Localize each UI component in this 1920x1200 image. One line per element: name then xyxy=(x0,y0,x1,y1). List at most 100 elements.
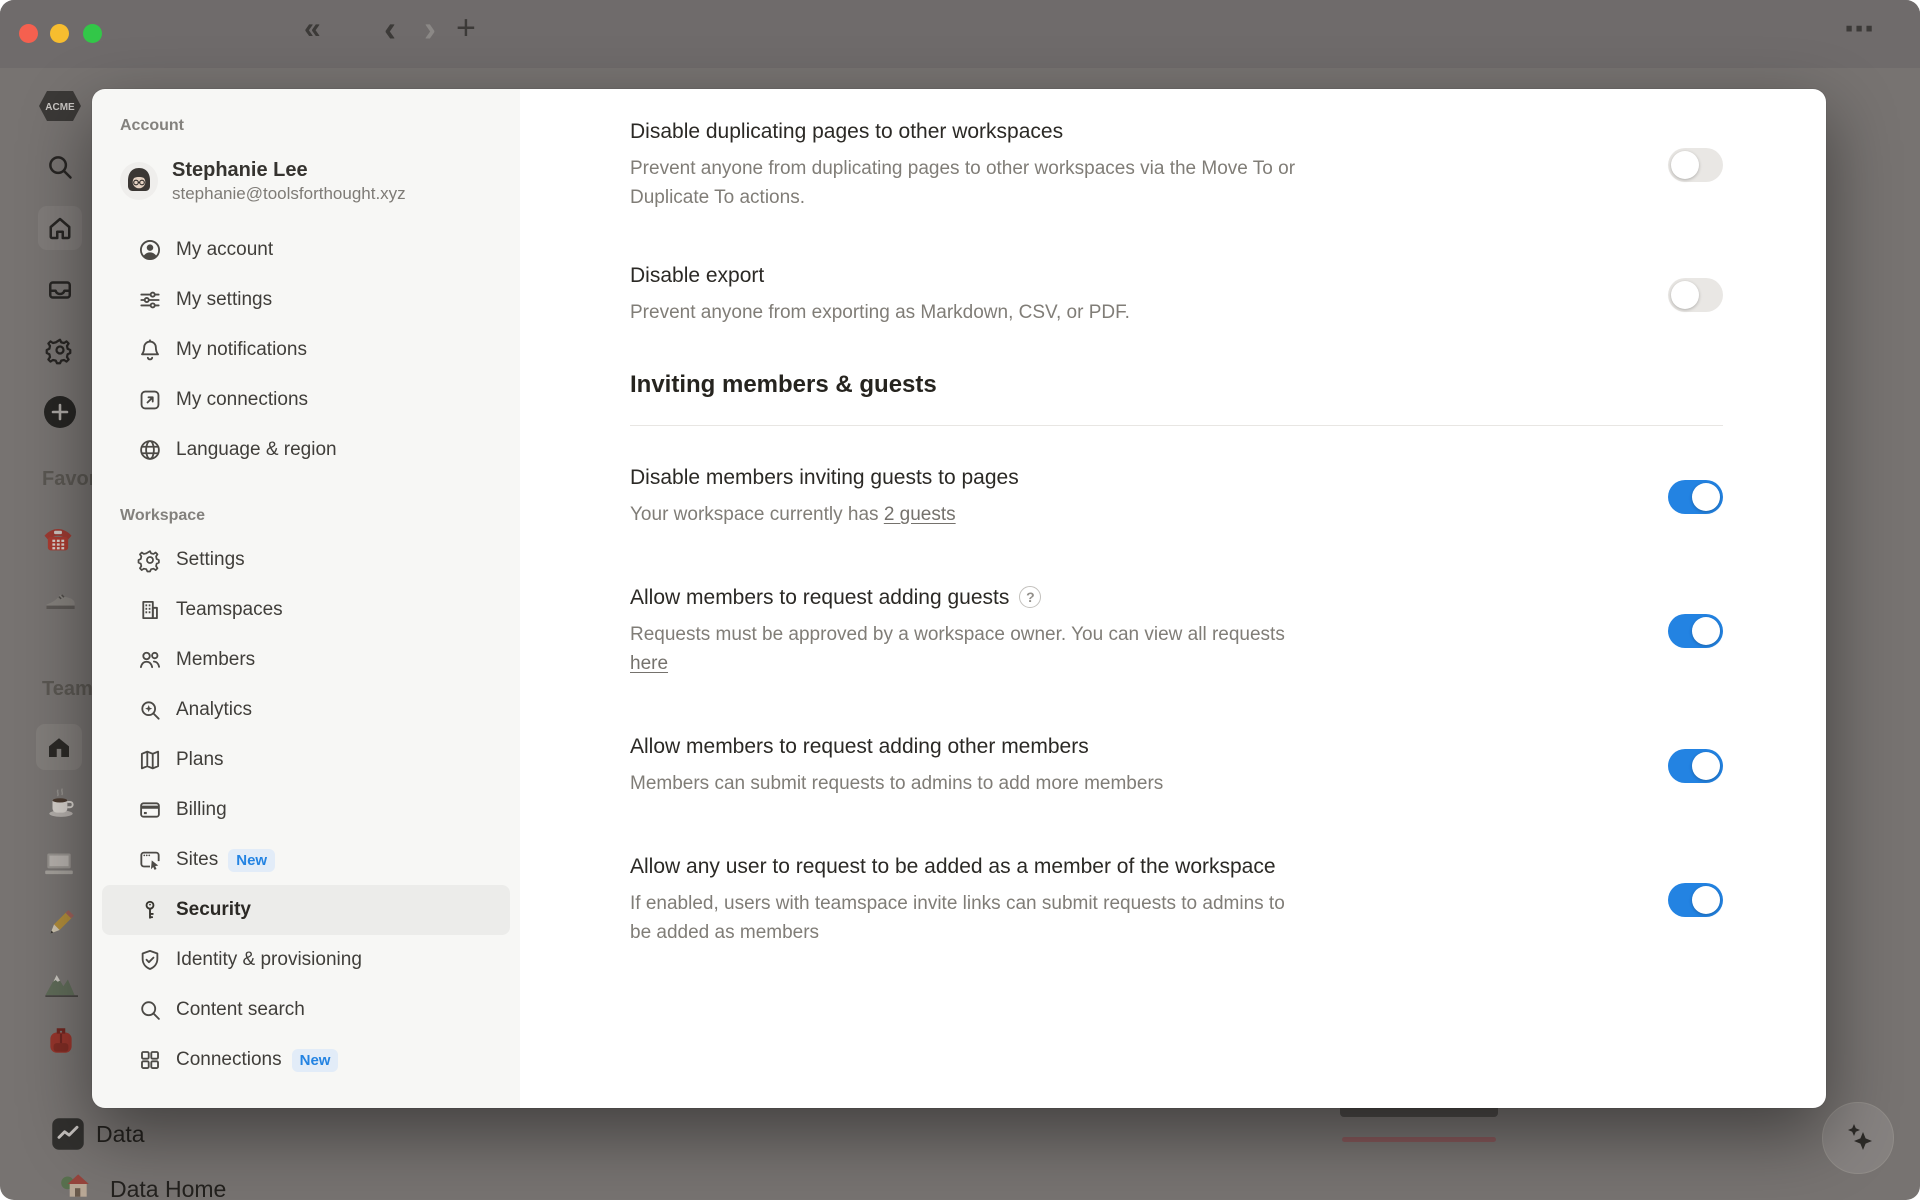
map-icon xyxy=(137,747,163,773)
sidebar-item-language-region[interactable]: Language & region xyxy=(102,425,510,475)
sidebar-item-label: My connections xyxy=(176,389,308,411)
sidebar-item-label: Teamspaces xyxy=(176,599,283,621)
setting-request-adding-guests: Allow members to request adding guests? … xyxy=(630,584,1723,678)
browser-icon xyxy=(137,847,163,873)
sidebar-item-label: Content search xyxy=(176,999,305,1021)
user-email: stephanie@toolsforthought.xyz xyxy=(172,183,406,205)
setting-description: If enabled, users with teamspace invite … xyxy=(630,889,1668,947)
analytics-icon xyxy=(137,697,163,723)
sidebar-item-label: Language & region xyxy=(176,439,337,461)
backpack-emoji-icon[interactable] xyxy=(44,1024,78,1058)
setting-description: Requests must be approved by a workspace… xyxy=(630,620,1668,678)
setting-description: Members can submit requests to admins to… xyxy=(630,769,1668,798)
collapse-sidebar-icon[interactable]: « xyxy=(304,12,321,46)
close-window-button[interactable] xyxy=(19,24,38,43)
pencil-emoji-icon[interactable] xyxy=(42,906,78,942)
toggle-knob xyxy=(1671,151,1699,179)
titlebar: « ‹ › + ⋯ xyxy=(0,0,1920,68)
sidebar-item-analytics[interactable]: Analytics xyxy=(102,685,510,735)
sidebar-item-label: My account xyxy=(176,239,273,261)
workspace-section-label: Workspace xyxy=(120,507,520,525)
data-page-title[interactable]: Data xyxy=(96,1121,145,1148)
sidebar-item-my-connections[interactable]: My connections xyxy=(102,375,510,425)
sidebar-item-label: My notifications xyxy=(176,339,307,361)
sidebar-item-my-account[interactable]: My account xyxy=(102,225,510,275)
settings-gear-icon[interactable] xyxy=(45,335,75,365)
shield-check-icon xyxy=(137,947,163,973)
sidebar-item-plans[interactable]: Plans xyxy=(102,735,510,785)
sidebar-item-security[interactable]: Security xyxy=(102,885,510,935)
sidebar-item-label: Members xyxy=(176,649,255,671)
sidebar-item-label: Analytics xyxy=(176,699,252,721)
toggle-knob xyxy=(1692,886,1720,914)
sidebar-item-connections[interactable]: Connections New xyxy=(102,1035,510,1085)
setting-title: Disable export xyxy=(630,262,1668,290)
sneaker-emoji-icon[interactable] xyxy=(42,582,78,618)
setting-title: Disable members inviting guests to pages xyxy=(630,464,1668,492)
toggle-disable-duplicating[interactable] xyxy=(1668,148,1723,182)
coffee-emoji-icon[interactable] xyxy=(44,786,78,820)
new-page-plus-icon[interactable] xyxy=(43,395,77,429)
new-badge: New xyxy=(228,849,275,872)
toggle-request-adding-members[interactable] xyxy=(1668,749,1723,783)
avatar xyxy=(120,162,158,200)
sidebar-item-settings[interactable]: Settings xyxy=(102,535,510,585)
setting-description: Prevent anyone from exporting as Markdow… xyxy=(630,298,1668,327)
sidebar-item-members[interactable]: Members xyxy=(102,635,510,685)
inbox-icon[interactable] xyxy=(45,275,75,305)
sidebar-item-teamspaces[interactable]: Teamspaces xyxy=(102,585,510,635)
data-home-page-title[interactable]: Data Home xyxy=(110,1176,226,1200)
more-options-icon[interactable]: ⋯ xyxy=(1844,12,1876,47)
new-tab-icon[interactable]: + xyxy=(456,9,476,48)
view-requests-link[interactable]: here xyxy=(630,653,668,674)
toggle-disable-export[interactable] xyxy=(1668,278,1723,312)
background-fragment xyxy=(1340,1108,1498,1117)
sidebar-item-my-settings[interactable]: My settings xyxy=(102,275,510,325)
search-icon[interactable] xyxy=(45,152,75,182)
ai-assistant-button[interactable] xyxy=(1822,1102,1894,1174)
new-badge: New xyxy=(292,1049,339,1072)
sidebar-item-label: Settings xyxy=(176,549,245,571)
toggle-request-adding-guests[interactable] xyxy=(1668,614,1723,648)
sidebar-item-billing[interactable]: Billing xyxy=(102,785,510,835)
toggle-knob xyxy=(1692,617,1720,645)
settings-sidebar: Account Stephanie Lee stephanie@toolsfor… xyxy=(92,89,520,1108)
forward-icon[interactable]: › xyxy=(424,8,436,50)
mountain-emoji-icon[interactable] xyxy=(42,966,78,1002)
zoom-window-button[interactable] xyxy=(83,24,102,43)
sidebar-item-label: My settings xyxy=(176,289,272,311)
gear-icon xyxy=(137,547,163,573)
minimize-window-button[interactable] xyxy=(50,24,69,43)
data-chart-icon[interactable] xyxy=(50,1116,86,1152)
sidebar-item-identity-provisioning[interactable]: Identity & provisioning xyxy=(102,935,510,985)
sidebar-item-label: Connections xyxy=(176,1049,282,1071)
toggle-knob xyxy=(1692,752,1720,780)
globe-icon xyxy=(137,437,163,463)
inviting-members-heading: Inviting members & guests xyxy=(630,371,1723,399)
toggle-any-user-request-membership[interactable] xyxy=(1668,883,1723,917)
sparkles-icon xyxy=(1836,1116,1880,1160)
guests-count-link[interactable]: 2 guests xyxy=(884,504,956,525)
sidebar-item-content-search[interactable]: Content search xyxy=(102,985,510,1035)
acme-workspace-logo[interactable]: ACME xyxy=(38,90,82,122)
desktop-emoji-icon[interactable] xyxy=(42,846,76,880)
toggle-knob xyxy=(1692,483,1720,511)
setting-description: Your workspace currently has 2 guests xyxy=(630,500,1668,529)
setting-title: Allow members to request adding guests? xyxy=(630,584,1668,612)
setting-title: Allow members to request adding other me… xyxy=(630,733,1668,761)
sidebar-item-my-notifications[interactable]: My notifications xyxy=(102,325,510,375)
sidebar-item-sites[interactable]: Sites New xyxy=(102,835,510,885)
house-garden-emoji-icon[interactable] xyxy=(58,1168,92,1200)
bell-icon xyxy=(137,337,163,363)
telephone-emoji-icon[interactable] xyxy=(40,520,76,556)
arrow-up-right-box-icon xyxy=(137,387,163,413)
user-circle-icon xyxy=(137,237,163,263)
toggle-disable-guest-invites[interactable] xyxy=(1668,480,1723,514)
account-section-label: Account xyxy=(120,117,520,135)
help-icon[interactable]: ? xyxy=(1019,586,1041,608)
sidebar-item-label: Security xyxy=(176,899,251,921)
home-icon[interactable] xyxy=(45,213,75,243)
back-icon[interactable]: ‹ xyxy=(384,8,396,50)
sliders-icon xyxy=(137,287,163,313)
teamspace-home-icon[interactable] xyxy=(44,732,74,762)
